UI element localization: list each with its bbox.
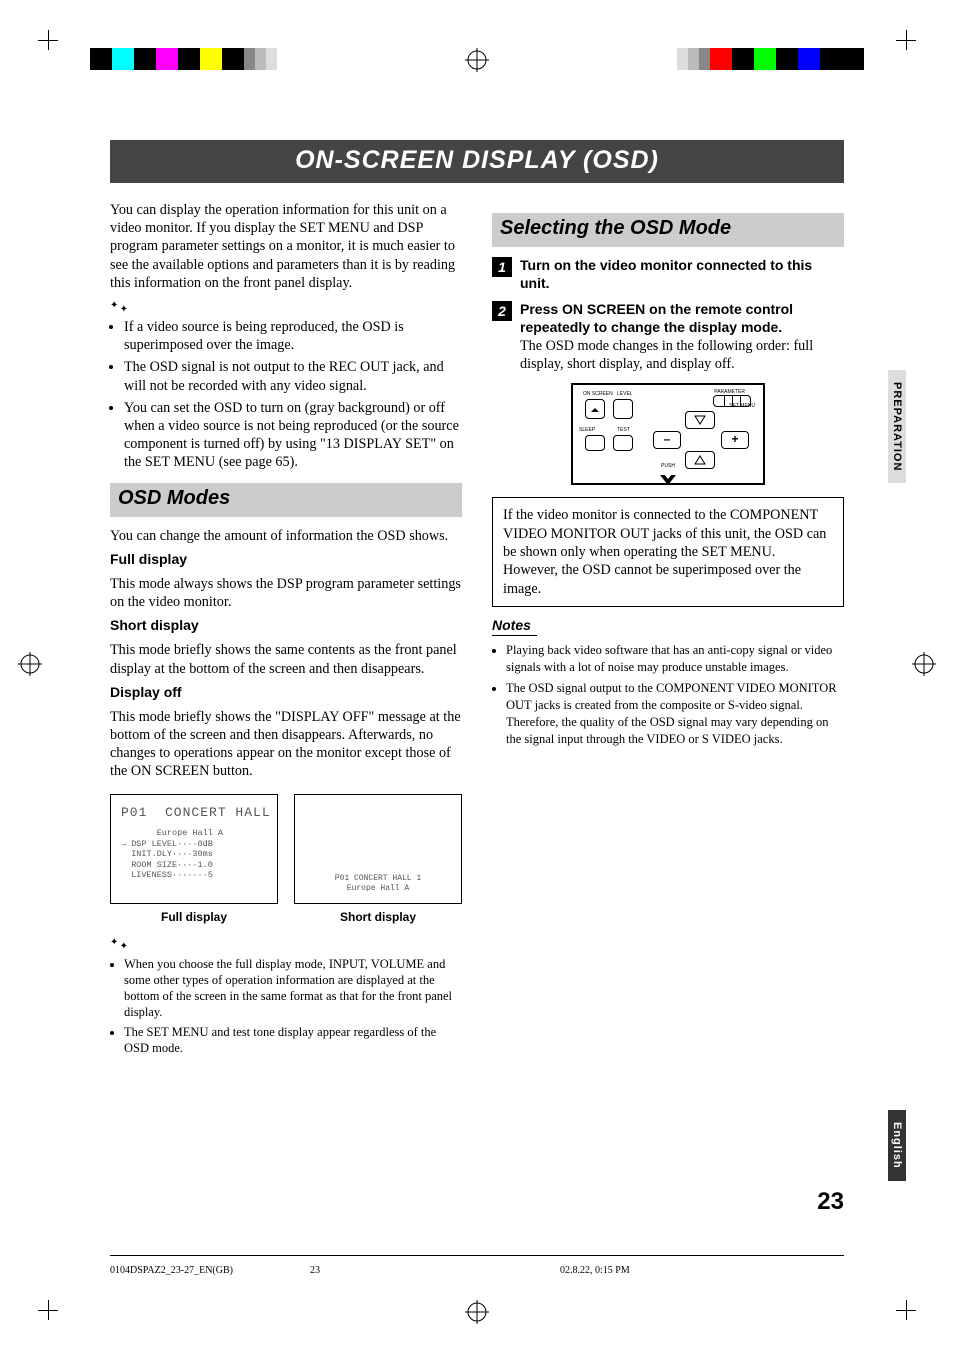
display-off-title: Display off <box>110 684 462 702</box>
osd-modes-heading: OSD Modes <box>110 483 462 517</box>
osd-full-display-figure: P01 CONCERT HALL 1 Europe Hall A → DSP L… <box>110 794 278 904</box>
intro-bullet: If a video source is being reproduced, t… <box>124 318 462 354</box>
left-column: You can display the operation informatio… <box>110 201 462 1066</box>
minus-button-icon: – <box>653 431 681 449</box>
side-tab-preparation: PREPARATION <box>888 370 906 483</box>
osd-full-lines: Europe Hall A → DSP LEVEL····0dB INIT.DL… <box>121 828 267 881</box>
page-title: ON-SCREEN DISPLAY (OSD) <box>110 140 844 183</box>
short-caption: Short display <box>294 910 462 925</box>
hint-icon <box>110 302 128 314</box>
step-number: 2 <box>492 301 512 321</box>
short-display-title: Short display <box>110 617 462 635</box>
component-note-box: If the video monitor is connected to the… <box>492 497 844 607</box>
footer-mid: 23 <box>310 1265 320 1276</box>
sleep-button-icon <box>585 435 605 451</box>
osd-modes-lead: You can change the amount of information… <box>110 527 462 545</box>
hint-icon <box>110 939 128 951</box>
footer-rule <box>110 1255 844 1256</box>
parameter-slider-icon <box>713 395 751 407</box>
display-off-body: This mode briefly shows the "DISPLAY OFF… <box>110 708 462 781</box>
notes-list: Playing back video software that has an … <box>492 642 844 747</box>
right-column: Selecting the OSD Mode 1 Turn on the vid… <box>492 201 844 1066</box>
down-button-icon <box>685 451 715 469</box>
page-number: 23 <box>817 1188 844 1216</box>
step-2-body: The OSD mode changes in the following or… <box>520 337 844 373</box>
trailing-bullet: When you choose the full display mode, I… <box>124 956 462 1020</box>
side-tab-language: English <box>888 1110 906 1181</box>
label-test: TEST <box>617 427 630 433</box>
intro-bullet: The OSD signal is not output to the REC … <box>124 358 462 394</box>
osd-full-title: P01 CONCERT HALL 1 <box>121 805 267 822</box>
osd-figures: P01 CONCERT HALL 1 Europe Hall A → DSP L… <box>110 794 462 904</box>
note-item: The OSD signal output to the COMPONENT V… <box>506 680 844 748</box>
note-item: Playing back video software that has an … <box>506 642 844 676</box>
intro-bullets: If a video source is being reproduced, t… <box>110 318 462 471</box>
step-1-lead: Turn on the video monitor connected to t… <box>520 257 812 291</box>
label-push: PUSH <box>661 463 675 469</box>
osd-short-lines: P01 CONCERT HALL 1 Europe Hall A <box>295 874 461 893</box>
step-2-lead: Press ON SCREEN on the remote control re… <box>520 301 844 337</box>
osd-short-display-figure: P01 CONCERT HALL 1 Europe Hall A <box>294 794 462 904</box>
on-screen-button-icon <box>585 399 605 419</box>
selecting-heading: Selecting the OSD Mode <box>492 213 844 247</box>
push-arrow-icon <box>660 475 676 485</box>
step-2: 2 Press ON SCREEN on the remote control … <box>492 301 844 373</box>
label-level: LEVEL <box>617 391 633 397</box>
label-sleep: SLEEP <box>579 427 595 433</box>
full-caption: Full display <box>110 910 278 925</box>
short-display-body: This mode briefly shows the same content… <box>110 641 462 677</box>
full-display-body: This mode always shows the DSP program p… <box>110 575 462 611</box>
notes-label: Notes <box>492 617 537 636</box>
plus-button-icon: + <box>721 431 749 449</box>
intro-text: You can display the operation informatio… <box>110 201 462 292</box>
step-number: 1 <box>492 257 512 277</box>
up-button-icon <box>685 411 715 429</box>
intro-bullet: You can set the OSD to turn on (gray bac… <box>124 399 462 472</box>
step-1: 1 Turn on the video monitor connected to… <box>492 257 844 293</box>
trailing-bullet: The SET MENU and test tone display appea… <box>124 1024 462 1056</box>
footer-right: 02.8.22, 0:15 PM <box>560 1265 630 1276</box>
test-button-icon <box>613 435 633 451</box>
remote-control-figure: ON SCREEN LEVEL PARAMETER SET MENU SLEEP… <box>571 383 765 485</box>
label-on-screen: ON SCREEN <box>583 391 613 397</box>
full-display-title: Full display <box>110 551 462 569</box>
level-button-icon <box>613 399 633 419</box>
trailing-bullets: When you choose the full display mode, I… <box>110 956 462 1056</box>
footer-left: 0104DSPAZ2_23-27_EN(GB) <box>110 1265 233 1276</box>
